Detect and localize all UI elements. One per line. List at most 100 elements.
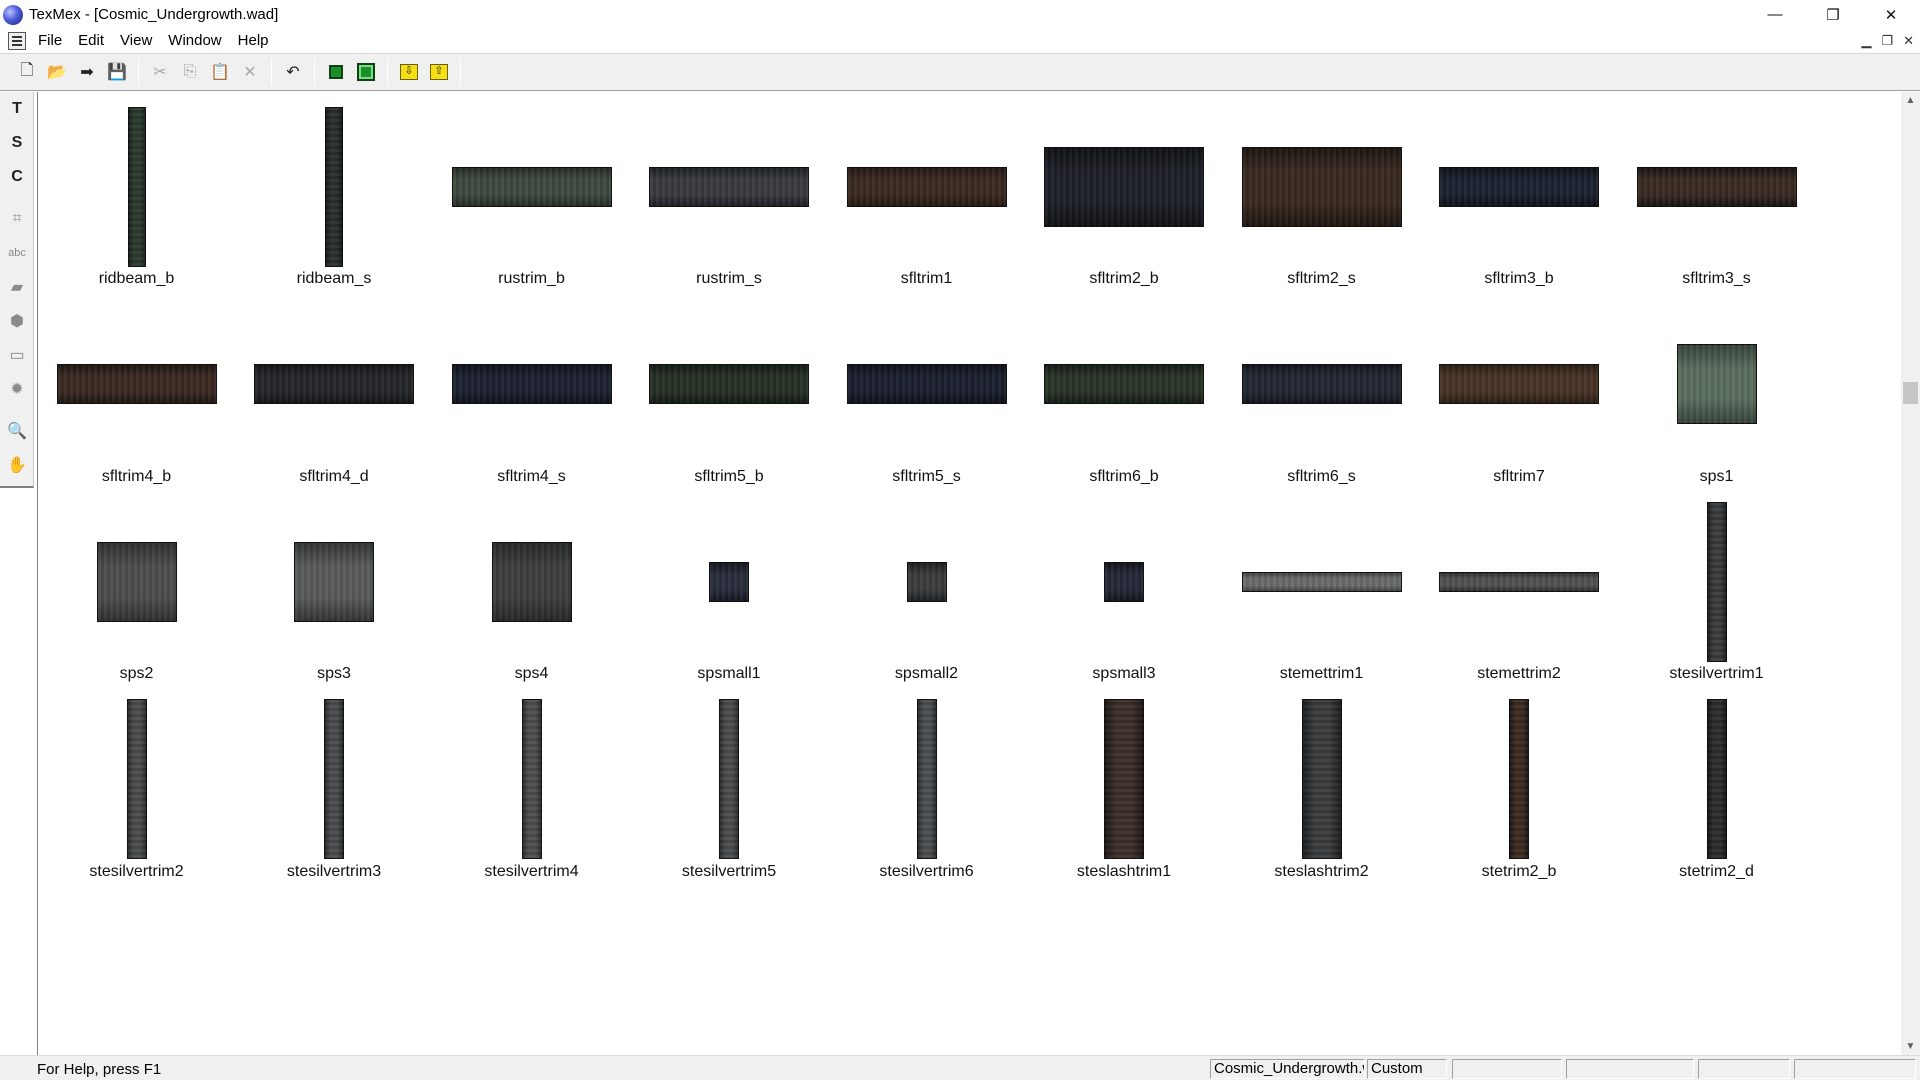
texture-cell[interactable]: stesilvertrim4 — [433, 685, 630, 882]
new-file-button[interactable]: 🗋 — [12, 57, 42, 87]
texture-cell[interactable]: sfltrim5_b — [631, 290, 828, 487]
texture-cell[interactable]: stesilvertrim6 — [828, 685, 1025, 882]
texture-cell[interactable]: sfltrim3_s — [1618, 92, 1815, 289]
vertical-scrollbar[interactable]: ▲ ▼ — [1901, 92, 1920, 1055]
document-icon[interactable] — [8, 32, 26, 50]
forward-button[interactable]: ➡ — [72, 57, 102, 87]
new-file-icon: 🗋 — [20, 61, 34, 79]
toolbar-separator — [271, 58, 272, 86]
texture-name: rustrim_s — [696, 270, 762, 287]
crop-tool-icon[interactable]: ⌗ — [0, 202, 34, 236]
scroll-down-arrow-icon[interactable]: ▼ — [1901, 1038, 1920, 1055]
cut-button[interactable]: ✂ — [145, 57, 175, 87]
menu-file[interactable]: File — [30, 29, 70, 53]
texture-cell[interactable]: rustrim_b — [433, 92, 630, 289]
s-tool-icon[interactable]: S — [0, 126, 34, 160]
texture-cell[interactable]: stesilvertrim5 — [631, 685, 828, 882]
status-palette-pane: Custom — [1367, 1059, 1447, 1079]
mdi-minimize-icon[interactable]: ▁ — [1861, 33, 1871, 49]
toolbar: 🗋 📂 ➡ 💾 ✂ ⎘ 📋 ✕ ↶ ⇩ ⇧ — [0, 53, 1920, 91]
texture-cell[interactable]: ridbeam_s — [236, 92, 433, 289]
close-button[interactable]: ✕ — [1862, 0, 1920, 29]
texture-cell[interactable]: sps3 — [236, 487, 433, 684]
fit-large-button[interactable] — [351, 57, 381, 87]
texture-cell[interactable]: sps1 — [1618, 290, 1815, 487]
texture-name: sfltrim1 — [900, 270, 953, 287]
texture-name: stesilvertrim4 — [484, 862, 579, 880]
c-tool-icon[interactable]: C — [0, 160, 34, 194]
texture-cell[interactable]: spsmall2 — [828, 487, 1025, 684]
texture-cell[interactable]: sfltrim4_b — [38, 290, 235, 487]
texture-cell[interactable]: sfltrim4_d — [236, 290, 433, 487]
texture-cell[interactable]: sfltrim7 — [1421, 290, 1618, 487]
texture-cell[interactable]: stetrim2_d — [1618, 685, 1815, 882]
zoom-tool-icon[interactable]: 🔍 — [0, 414, 34, 448]
texture-cell[interactable]: sfltrim2_b — [1026, 92, 1223, 289]
texture-cell[interactable]: stesilvertrim1 — [1618, 487, 1815, 684]
delete-button[interactable]: ✕ — [235, 57, 265, 87]
texture-cell[interactable]: stetrim2_b — [1421, 685, 1618, 882]
texture-thumb-wrap — [254, 699, 415, 860]
texture-cell[interactable]: rustrim_s — [631, 92, 828, 289]
texture-name: sfltrim3_b — [1484, 270, 1554, 287]
texture-cell[interactable]: sfltrim5_s — [828, 290, 1025, 487]
menu-view[interactable]: View — [112, 29, 160, 53]
texture-cell[interactable]: stemettrim1 — [1223, 487, 1420, 684]
texture-cell[interactable]: sfltrim2_s — [1223, 92, 1420, 289]
effect-tool-icon[interactable]: ✹ — [0, 372, 34, 406]
minimize-button[interactable]: — — [1746, 0, 1804, 29]
text-tool-icon[interactable]: T — [0, 92, 34, 126]
abc-tool-icon[interactable]: abc — [0, 236, 34, 270]
texture-thumbnail — [906, 561, 947, 602]
texture-thumb-wrap — [846, 501, 1007, 662]
open-button[interactable]: 📂 — [42, 57, 72, 87]
texture-cell[interactable]: sps4 — [433, 487, 630, 684]
menu-window[interactable]: Window — [160, 29, 229, 53]
mdi-restore-icon[interactable]: ❐ — [1881, 33, 1893, 49]
texture-cell[interactable]: steslashtrim1 — [1026, 685, 1223, 882]
texture-thumbnail — [709, 561, 749, 602]
texture-cell[interactable]: steslashtrim2 — [1223, 685, 1420, 882]
scrollbar-thumb[interactable] — [1903, 382, 1918, 404]
texture-cell[interactable]: sfltrim3_b — [1421, 92, 1618, 289]
cut-icon: ✂ — [153, 64, 167, 81]
copy-button[interactable]: ⎘ — [175, 57, 205, 87]
restore-button[interactable]: ❐ — [1804, 0, 1862, 29]
eraser-tool-icon[interactable]: ▭ — [0, 338, 34, 372]
texture-cell[interactable]: sfltrim1 — [828, 92, 1025, 289]
texture-name: spsmall3 — [1092, 665, 1156, 682]
menu-edit[interactable]: Edit — [70, 29, 112, 53]
texture-cell[interactable]: sfltrim6_s — [1223, 290, 1420, 487]
texture-cell[interactable]: sfltrim6_b — [1026, 290, 1223, 487]
paste-button[interactable]: 📋 — [205, 57, 235, 87]
fit-small-button[interactable] — [321, 57, 351, 87]
texture-cell[interactable]: ridbeam_b — [38, 92, 235, 289]
undo-button[interactable]: ↶ — [278, 57, 308, 87]
texture-cell[interactable]: sps2 — [38, 487, 235, 684]
texture-thumbnail — [846, 166, 1007, 207]
export-button[interactable]: ⇧ — [424, 57, 454, 87]
texture-thumb-wrap — [1241, 501, 1402, 662]
paint-tool-icon[interactable]: ▰ — [0, 270, 34, 304]
stamp-tool-icon[interactable]: ⬢ — [0, 304, 34, 338]
toolbar-separator — [460, 58, 461, 86]
texture-name: stesilvertrim6 — [879, 862, 974, 880]
texture-cell[interactable]: stesilvertrim2 — [38, 685, 235, 882]
menu-help[interactable]: Help — [230, 29, 277, 53]
window-controls: — ❐ ✕ — [1746, 0, 1920, 29]
texture-grid-view[interactable]: ridbeam_b ridbeam_s rustrim_b rustrim_s sflt… — [37, 92, 1901, 1055]
import-button[interactable]: ⇩ — [394, 57, 424, 87]
texture-cell[interactable]: stemettrim2 — [1421, 487, 1618, 684]
texture-thumbnail — [491, 541, 572, 622]
texture-cell[interactable]: spsmall1 — [631, 487, 828, 684]
undo-icon: ↶ — [286, 64, 300, 81]
hand-tool-icon[interactable]: ✋ — [0, 448, 34, 482]
save-button[interactable]: 💾 — [102, 57, 132, 87]
texture-cell[interactable]: sfltrim4_s — [433, 290, 630, 487]
texture-thumb-wrap — [649, 106, 810, 267]
texture-thumb-wrap — [1636, 304, 1797, 465]
texture-cell[interactable]: spsmall3 — [1026, 487, 1223, 684]
scroll-up-arrow-icon[interactable]: ▲ — [1901, 92, 1920, 109]
texture-cell[interactable]: stesilvertrim3 — [236, 685, 433, 882]
mdi-close-icon[interactable]: ✕ — [1903, 33, 1914, 49]
